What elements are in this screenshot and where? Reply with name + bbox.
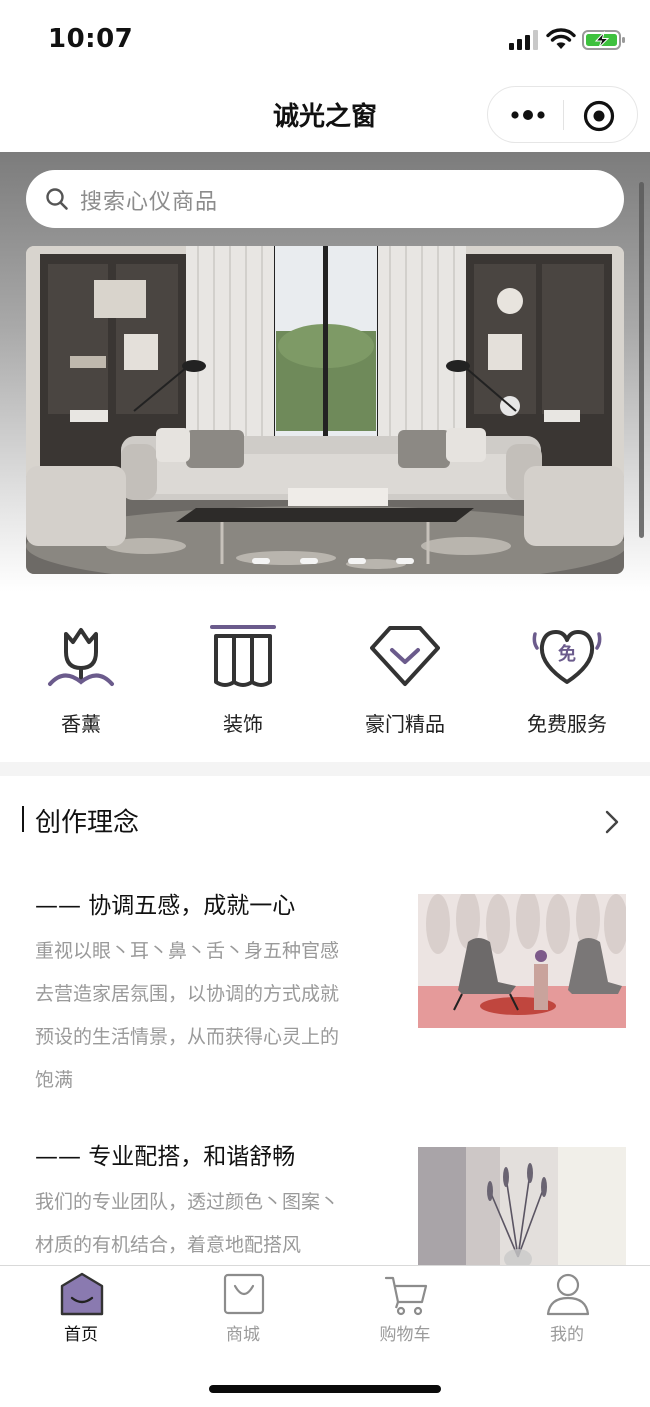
mini-program-capsule: [487, 86, 638, 143]
tab-profile[interactable]: 我的: [486, 1266, 648, 1346]
banner-carousel[interactable]: [26, 246, 624, 574]
free-heart-icon: 免: [532, 630, 602, 684]
category-label: 豪门精品: [365, 712, 445, 736]
wifi-icon: [546, 28, 576, 49]
home-indicator: [209, 1385, 441, 1393]
category-label: 免费服务: [527, 712, 607, 736]
dried-flowers-photo: [418, 1147, 626, 1265]
chevron-right-icon[interactable]: [602, 808, 622, 836]
category-grid: 香薰 装饰 豪门精品 免 免费服务: [0, 592, 650, 762]
capsule-divider: [563, 100, 564, 130]
banner-pagination: [26, 558, 624, 566]
article-card[interactable]: —— 协调五感，成就一心 重视以眼丶耳丶鼻丶舌丶身五种官感去营造家居氛围，以协调…: [0, 886, 650, 1136]
tab-mall[interactable]: 商城: [162, 1266, 324, 1346]
article-image: [418, 894, 626, 1028]
category-label: 香薰: [61, 712, 101, 736]
article-title: —— 协调五感，成就一心: [35, 893, 296, 919]
living-room-banner-image: [26, 246, 624, 574]
category-decoration[interactable]: 装饰: [162, 622, 324, 742]
tab-label: 我的: [550, 1325, 584, 1345]
cart-icon: [384, 1276, 428, 1316]
hero-area: 搜索心仪商品: [0, 152, 650, 592]
lounge-chairs-photo: [418, 894, 626, 1028]
article-body: 重视以眼丶耳丶鼻丶舌丶身五种官感去营造家居氛围，以协调的方式成就预设的生活情景，…: [35, 940, 340, 1091]
close-mini-program-icon[interactable]: [582, 99, 616, 133]
banner-dot[interactable]: [252, 558, 270, 564]
banner-dot[interactable]: [300, 558, 318, 564]
cellular-signal-icon: [509, 30, 538, 50]
article-title: —— 专业配搭，和谐舒畅: [35, 1144, 296, 1170]
category-premium[interactable]: 豪门精品: [324, 622, 486, 742]
svg-text:免: 免: [558, 643, 576, 665]
banner-dot[interactable]: [348, 558, 366, 564]
article-body: 我们的专业团队，透过颜色丶图案丶材质的有机结合，着意地配搭风: [35, 1191, 340, 1256]
status-bar: 10:07: [0, 0, 650, 78]
tab-bar: 首页 商城 购物车 我的: [0, 1265, 650, 1407]
navigation-bar: 诚光之窗: [0, 78, 650, 152]
section-title-bar: [22, 806, 24, 832]
tab-home[interactable]: 首页: [0, 1266, 162, 1346]
search-bar[interactable]: 搜索心仪商品: [26, 170, 624, 228]
category-label: 装饰: [223, 712, 263, 736]
more-options-icon[interactable]: [508, 101, 548, 129]
user-icon: [546, 1273, 590, 1316]
battery-charging-icon: [582, 30, 625, 50]
page-scrollbar[interactable]: [639, 182, 644, 538]
diamond-icon: [370, 626, 440, 686]
tulip-icon: [48, 628, 114, 686]
section-divider: [0, 762, 650, 776]
tab-label: 购物车: [379, 1325, 431, 1345]
tab-cart[interactable]: 购物车: [324, 1266, 486, 1346]
tab-label: 商城: [226, 1325, 260, 1345]
bag-icon: [223, 1273, 265, 1315]
section-title: 创作理念: [35, 808, 140, 838]
category-free-service[interactable]: 免 免费服务: [486, 622, 648, 742]
status-time: 10:07: [48, 24, 134, 54]
section-header[interactable]: 创作理念: [0, 776, 650, 864]
article-image: [418, 1147, 626, 1265]
search-icon: [46, 188, 68, 210]
home-icon: [60, 1272, 104, 1316]
article-card[interactable]: —— 专业配搭，和谐舒畅 我们的专业团队，透过颜色丶图案丶材质的有机结合，着意地…: [0, 1137, 650, 1265]
banner-dot[interactable]: [396, 558, 414, 564]
curtain-icon: [210, 625, 276, 687]
tab-label: 首页: [64, 1325, 98, 1345]
category-fragrance[interactable]: 香薰: [0, 622, 162, 742]
search-placeholder: 搜索心仪商品: [80, 190, 219, 215]
